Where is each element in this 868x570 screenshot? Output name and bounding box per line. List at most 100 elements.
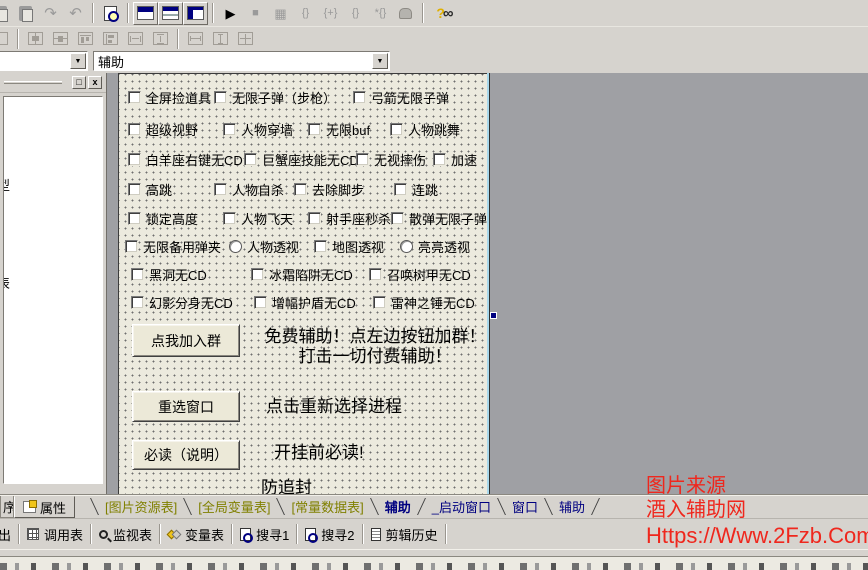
tab-global-variables[interactable]: [全局变量表]	[195, 497, 273, 516]
panel-tab-properties[interactable]: 属性	[14, 496, 75, 518]
checkbox-icon[interactable]	[244, 153, 257, 166]
form-checkbox[interactable]: 巨蟹座技能无CD	[244, 150, 359, 169]
readme-button[interactable]: 必读（说明）	[132, 440, 240, 470]
form-checkbox[interactable]: 连跳	[394, 180, 438, 199]
same-size-icon[interactable]	[233, 27, 258, 50]
align-center-v-icon[interactable]	[48, 27, 73, 50]
checkbox-icon[interactable]	[294, 183, 307, 196]
tree-item-fragment[interactable]: 表	[3, 273, 10, 292]
reselect-window-button[interactable]: 重选窗口	[132, 391, 240, 422]
form-checkbox[interactable]: 锁定高度	[128, 209, 198, 228]
checkbox-icon[interactable]	[128, 153, 141, 166]
checkbox-icon[interactable]	[223, 123, 236, 136]
tab-window[interactable]: 窗口	[509, 497, 541, 516]
align-top-icon[interactable]	[73, 27, 98, 50]
panel-tab-program[interactable]: 序	[0, 496, 14, 518]
tab-constant-data[interactable]: [常量数据表]	[288, 497, 366, 516]
form-radio[interactable]: 人物透视	[229, 237, 299, 256]
form-checkbox[interactable]: 地图透视	[314, 237, 384, 256]
close-icon[interactable]: x	[88, 76, 102, 89]
form-checkbox[interactable]: 高跳	[128, 180, 172, 199]
checkbox-icon[interactable]	[125, 240, 138, 253]
form-checkbox[interactable]: 超级视野	[128, 120, 198, 139]
find-icon[interactable]	[98, 2, 123, 25]
run-to-cursor-icon[interactable]: *{}	[368, 2, 393, 25]
tab-image-resources[interactable]: [图片资源表]	[102, 497, 180, 516]
maximize-icon[interactable]: □	[72, 76, 86, 89]
panel-titlebar[interactable]: □ x	[0, 73, 106, 93]
form-checkbox[interactable]: 雷神之锤无CD	[373, 293, 475, 312]
form-radio[interactable]: 亮亮透视	[400, 237, 470, 256]
library-combobox[interactable]: ▼	[0, 51, 88, 71]
space-across-icon[interactable]	[123, 27, 148, 50]
checkbox-icon[interactable]	[128, 91, 141, 104]
variable-table-button[interactable]: 变量表	[161, 522, 231, 546]
form-checkbox[interactable]: 无限子弹（步枪）	[214, 88, 336, 107]
align-center-h-icon[interactable]	[23, 27, 48, 50]
debug-window-icon[interactable]: ▦	[268, 2, 293, 25]
form-checkbox[interactable]: 黑洞无CD	[131, 265, 207, 284]
help-find-icon[interactable]: ?∞	[428, 2, 462, 25]
run-icon[interactable]: ▶	[218, 2, 243, 25]
undo-icon[interactable]: ↶	[63, 2, 88, 25]
paste-icon[interactable]	[13, 2, 38, 25]
search1-button[interactable]: 搜寻1	[233, 522, 296, 546]
checkbox-icon[interactable]	[390, 123, 403, 136]
checkbox-icon[interactable]	[128, 212, 141, 225]
output-tab-clipped[interactable]: 出	[0, 522, 18, 546]
checkbox-icon[interactable]	[214, 183, 227, 196]
layout-top-icon[interactable]	[133, 2, 158, 25]
tree-item-fragment[interactable]: 型	[3, 175, 10, 194]
checkbox-icon[interactable]	[308, 123, 321, 136]
watch-table-button[interactable]: 监视表	[92, 522, 159, 546]
checkbox-icon[interactable]	[128, 183, 141, 196]
checkbox-icon[interactable]	[314, 240, 327, 253]
radio-icon[interactable]	[400, 240, 413, 253]
form-checkbox[interactable]: 全屏捡道具	[128, 88, 211, 107]
form-checkbox[interactable]: 无限备用弹夹	[125, 237, 221, 256]
checkbox-icon[interactable]	[308, 212, 321, 225]
form-checkbox[interactable]: 召唤树甲无CD	[369, 265, 471, 284]
checkbox-icon[interactable]	[433, 153, 446, 166]
form-checkbox[interactable]: 无视摔伤	[356, 150, 426, 169]
form-checkbox[interactable]: 无限buf	[308, 120, 370, 139]
checkbox-icon[interactable]	[353, 91, 366, 104]
step-over-icon[interactable]: {+}	[318, 2, 343, 25]
form-checkbox[interactable]: 冰霜陷阱无CD	[251, 265, 353, 284]
layout-grid-icon[interactable]	[183, 2, 208, 25]
clipped-align-icon[interactable]	[0, 27, 13, 50]
form-checkbox[interactable]: 弓箭无限子弹	[353, 88, 449, 107]
form-checkbox[interactable]: 加速	[433, 150, 477, 169]
tab-assist[interactable]: 辅助	[556, 497, 588, 516]
form-checkbox[interactable]: 人物跳舞	[390, 120, 460, 139]
form-checkbox[interactable]: 去除脚步	[294, 180, 364, 199]
checkbox-icon[interactable]	[131, 296, 144, 309]
form-checkbox[interactable]: 人物飞天	[223, 209, 293, 228]
form-checkbox[interactable]: 人物穿墙	[223, 120, 293, 139]
tab-assist-selected[interactable]: 辅助	[382, 497, 414, 516]
stop-icon[interactable]: ■	[243, 2, 268, 25]
clip-history-button[interactable]: 剪辑历史	[364, 522, 445, 546]
call-table-button[interactable]: 调用表	[20, 522, 90, 546]
form-checkbox[interactable]: 幻影分身无CD	[131, 293, 233, 312]
form-checkbox[interactable]: 射手座秒杀	[308, 209, 391, 228]
chevron-down-icon[interactable]: ▼	[372, 53, 388, 69]
step-out-icon[interactable]: {}	[343, 2, 368, 25]
layout-split-icon[interactable]	[158, 2, 183, 25]
resize-handle[interactable]	[490, 312, 497, 319]
chevron-down-icon[interactable]: ▼	[70, 53, 86, 69]
form-checkbox[interactable]: 白羊座右键无CD	[128, 150, 243, 169]
window-combobox[interactable]: 辅助 ▼	[93, 51, 390, 71]
pause-hand-icon[interactable]	[393, 2, 418, 25]
checkbox-icon[interactable]	[223, 212, 236, 225]
checkbox-icon[interactable]	[391, 212, 404, 225]
join-group-button[interactable]: 点我加入群	[132, 324, 240, 357]
search2-button[interactable]: 搜寻2	[298, 522, 361, 546]
redo-icon[interactable]: ↷	[38, 2, 63, 25]
form-checkbox[interactable]: 增幅护盾无CD	[254, 293, 356, 312]
checkbox-icon[interactable]	[214, 91, 227, 104]
step-into-icon[interactable]: {}	[293, 2, 318, 25]
checkbox-icon[interactable]	[254, 296, 267, 309]
same-height-icon[interactable]	[208, 27, 233, 50]
checkbox-icon[interactable]	[373, 296, 386, 309]
